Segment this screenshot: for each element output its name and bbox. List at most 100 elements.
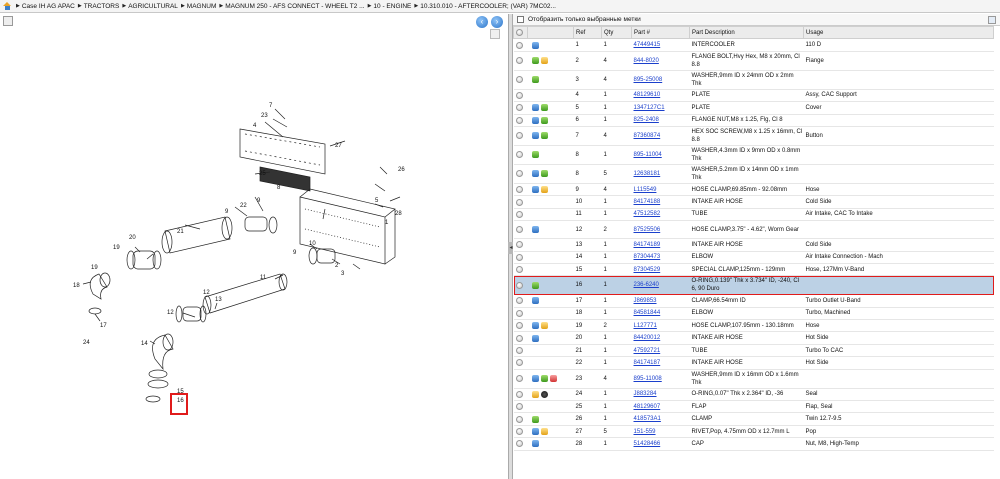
part-number-cell[interactable]: J883284 [631,388,690,402]
part-number-cell[interactable]: 47449415 [631,38,690,52]
row-select[interactable] [513,164,528,184]
green-status-icon[interactable] [540,170,548,178]
row-select-icon[interactable] [515,151,523,159]
table-row[interactable]: 8 5 12638181 WASHER,5.2mm ID x 14mm OD x 1m… [513,164,994,184]
table-row[interactable]: 21 1 47592721 TUBE Turbo To CAC [513,344,994,358]
row-select[interactable] [513,263,528,277]
table-row[interactable]: 24 1 J883284 O-RING,0.07" Thk x 2.364" ID, … [513,388,994,402]
fit-icon[interactable] [490,29,500,39]
part-number-link[interactable]: 47512582 [634,211,661,217]
callout-label[interactable]: 27 [335,143,342,149]
callout-label[interactable]: 25 [259,171,266,177]
row-select-icon[interactable] [515,281,523,289]
row-select-icon[interactable] [515,57,523,65]
part-number-link[interactable]: 87304529 [634,267,661,273]
qty-header[interactable]: Qty [601,25,632,40]
row-select-icon[interactable] [515,116,523,124]
ref-header[interactable]: Ref [573,25,602,40]
part-number-link[interactable]: 47592721 [634,348,661,354]
part-number-cell[interactable]: J869853 [631,294,690,308]
breadcrumb-item[interactable]: TRACTORS [84,3,120,10]
table-row[interactable]: 9 4 L115549 HOSE CLAMP,69.85mm - 92.08mm Hos… [513,183,994,197]
yellow-status-icon[interactable] [531,390,539,398]
table-row[interactable]: 5 1 1347127C1 PLATE Cover [513,101,994,115]
callout-label[interactable]: 19 [91,265,98,271]
green-status-icon[interactable] [531,415,539,423]
callout-label[interactable]: 4 [253,123,257,129]
blue-status-icon[interactable] [531,440,539,448]
blue-status-icon[interactable] [531,104,539,112]
row-select[interactable] [513,369,528,389]
part-number-cell[interactable]: 47512582 [631,208,690,222]
table-row[interactable]: 16 1 236-6240 O-RING,0.139" Thk x 3.734" ID… [513,275,994,296]
part-number-link[interactable]: L115549 [634,187,657,193]
part-number-link[interactable]: 51428466 [634,441,661,447]
callout-label[interactable]: 1 [385,220,389,226]
part-number-cell[interactable]: 84174188 [631,195,690,209]
callout-label[interactable]: 9 [293,250,297,256]
part-number-cell[interactable]: 236-6240 [631,275,690,296]
row-select-icon[interactable] [515,104,523,112]
blue-status-icon[interactable] [531,170,539,178]
part-number-link[interactable]: 48129610 [634,92,661,98]
row-select[interactable] [513,400,528,414]
callout-label[interactable]: 12 [203,290,210,296]
row-select-icon[interactable] [515,403,523,411]
row-select[interactable] [513,183,528,197]
dark-status-icon[interactable] [540,390,548,398]
row-select[interactable] [513,331,528,345]
blue-status-icon[interactable] [531,226,539,234]
row-select-icon[interactable] [515,440,523,448]
part-number-link[interactable]: 84581844 [634,310,661,316]
part-number-cell[interactable]: 418573A1 [631,412,690,426]
callout-label[interactable]: 7 [269,103,273,109]
part-number-cell[interactable]: L127771 [631,319,690,333]
row-select-icon[interactable] [515,309,523,317]
part-number-link[interactable]: J883284 [634,391,657,397]
part-number-cell[interactable]: 87304529 [631,263,690,277]
yellow-status-icon[interactable] [540,186,548,194]
blue-status-icon[interactable] [531,375,539,383]
callout-label[interactable]: 3 [341,271,345,277]
callout-label[interactable]: 24 [83,340,90,346]
callout-label[interactable]: 8 [277,185,281,191]
table-row[interactable]: 7 4 87360874 HEX SOC SCREW,M8 x 1.25 x 16mm… [513,126,994,146]
table-row[interactable]: 27 5 151-559 RIVET,Pop, 4.75mm OD x 12.7mm … [513,425,994,439]
row-select[interactable] [513,195,528,209]
part-number-link[interactable]: 84174189 [634,242,661,248]
row-select[interactable] [513,251,528,264]
breadcrumb-item[interactable]: Case IH AG APAC [22,3,75,10]
table-row[interactable]: 12 2 87525506 HOSE CLAMP,3.75" - 4.62", Wor… [513,220,994,240]
row-select-icon[interactable] [515,186,523,194]
prev-button[interactable]: ‹ [476,16,488,28]
part-number-cell[interactable]: 844-8020 [631,51,690,71]
green-status-icon[interactable] [531,151,539,159]
callout-label[interactable]: 13 [215,297,222,303]
breadcrumb-item[interactable]: 10 - ENGINE [373,3,411,10]
row-select[interactable] [513,425,528,439]
part-number-link[interactable]: 151-559 [634,429,656,435]
table-row[interactable]: 14 1 87304473 ELBOW Air Intake Connection - … [513,251,994,264]
panel-icon[interactable] [3,16,13,26]
row-select[interactable] [513,388,528,402]
row-select-icon[interactable] [515,253,523,261]
part-number-cell[interactable]: L115549 [631,183,690,197]
part-number-link[interactable]: 84174188 [634,199,661,205]
row-select[interactable] [513,114,528,127]
table-row[interactable]: 11 1 47512582 TUBE Air Intake, CAC To Intake [513,208,994,222]
table-row[interactable]: 2 4 844-8020 FLANGE BOLT,Hvy Hex, M8 x 20mm… [513,51,994,71]
row-select[interactable] [513,70,528,90]
row-select[interactable] [513,145,528,165]
yellow-status-icon[interactable] [540,322,548,330]
part-number-cell[interactable]: 84581844 [631,307,690,321]
breadcrumb-item[interactable]: MAGNUM 250 - AFS CONNECT - WHEEL T2 ... [225,3,364,10]
callout-label[interactable]: 14 [141,341,148,347]
part-number-cell[interactable]: 87360874 [631,126,690,146]
callout-label[interactable]: 9 [225,209,229,215]
row-select-icon[interactable] [515,359,523,367]
part-number-link[interactable]: 844-8020 [634,58,659,64]
part-number-header[interactable]: Part # [631,25,690,40]
part-number-cell[interactable]: 895-25008 [631,70,690,90]
part-number-cell[interactable]: 84174187 [631,356,690,370]
part-number-link[interactable]: 895-25008 [634,77,663,83]
